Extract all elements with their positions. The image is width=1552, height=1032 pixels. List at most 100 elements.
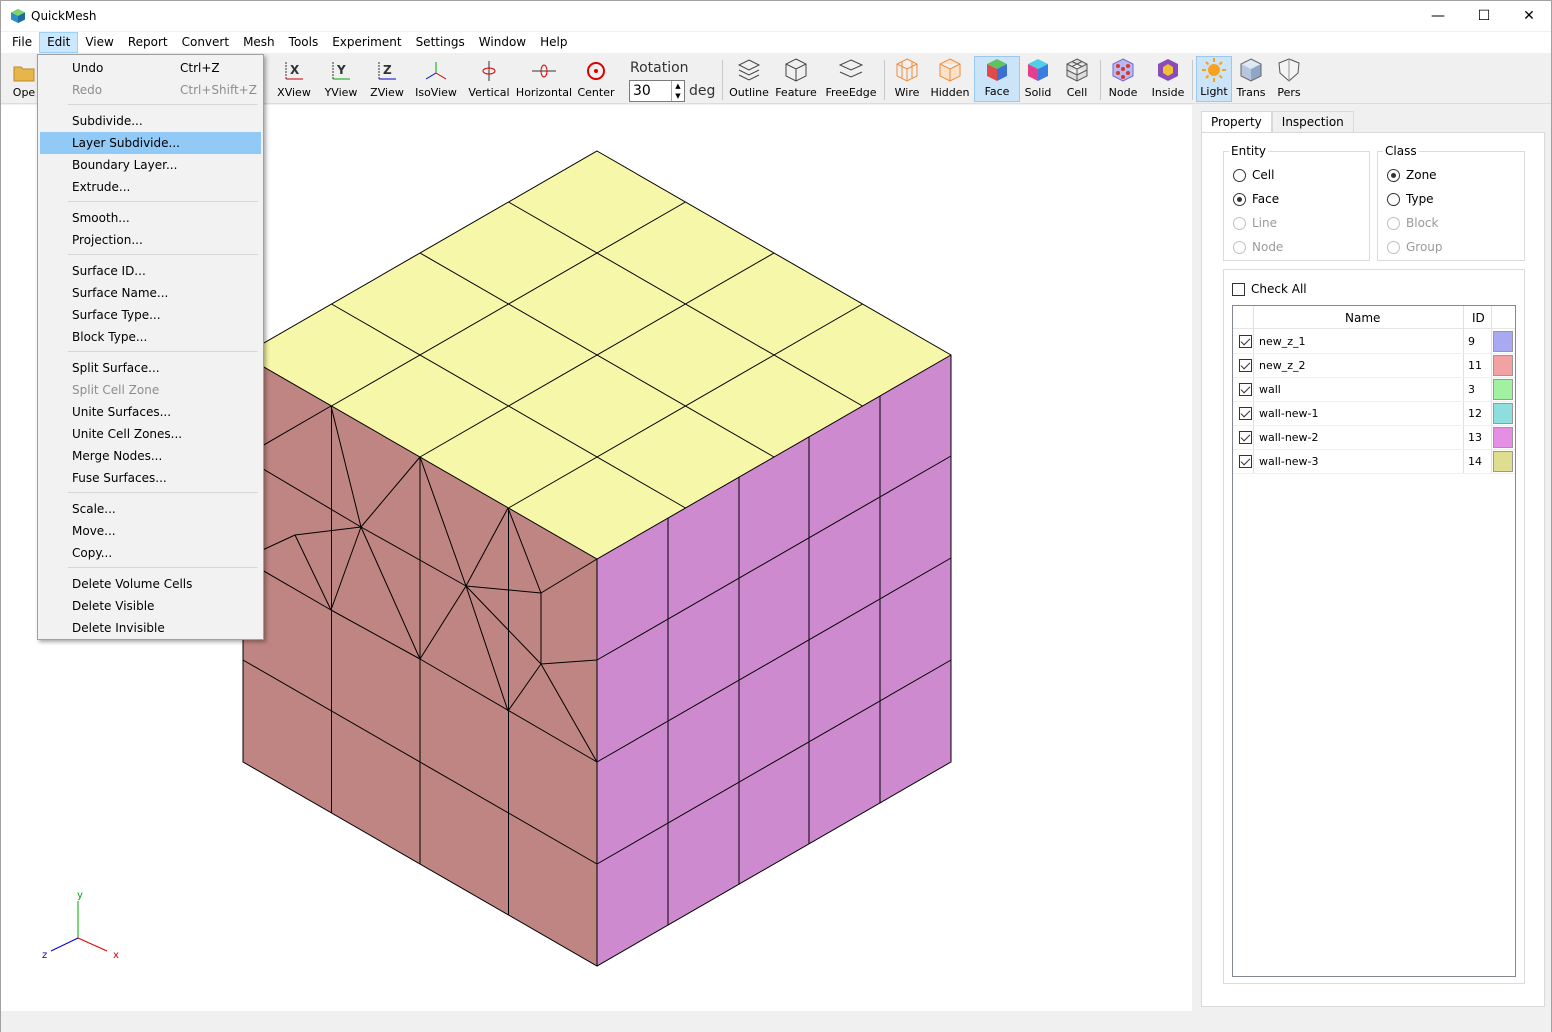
radio-icon [1233, 240, 1246, 254]
menu-item-move[interactable]: Move... [40, 520, 261, 542]
zone-table: Name ID new_z_1 9 new_z_2 11 wall 3 wall… [1232, 305, 1516, 977]
menu-help[interactable]: Help [533, 32, 574, 53]
menu-item-copy[interactable]: Copy... [40, 542, 261, 564]
center-button[interactable]: Center [577, 56, 615, 102]
isometric-view-icon [425, 62, 447, 80]
menu-item-fuse-surfaces[interactable]: Fuse Surfaces... [40, 467, 261, 489]
menu-item-split-surface[interactable]: Split Surface... [40, 357, 261, 379]
row-checkbox[interactable] [1239, 407, 1252, 420]
row-checkbox[interactable] [1239, 383, 1252, 396]
menu-item-scale[interactable]: Scale... [40, 498, 261, 520]
table-row[interactable]: wall-new-2 13 [1233, 426, 1515, 450]
node-button[interactable]: Node [1106, 56, 1140, 102]
menu-item-delete-volume-cells[interactable]: Delete Volume Cells [40, 573, 261, 595]
row-color-swatch[interactable] [1493, 379, 1513, 400]
feature-button[interactable]: Feature [774, 56, 818, 102]
menu-item-undo[interactable]: Undo Ctrl+Z [40, 57, 261, 79]
vertical-button[interactable]: Vertical [467, 56, 511, 102]
menu-item-block-type[interactable]: Block Type... [40, 326, 261, 348]
row-checkbox[interactable] [1239, 431, 1252, 444]
menu-item-layer-subdivide[interactable]: Layer Subdivide... [40, 132, 261, 154]
wire-button[interactable]: Wire [890, 56, 924, 102]
zview-button[interactable]: Z ZView [367, 56, 407, 102]
menu-item-merge-nodes[interactable]: Merge Nodes... [40, 445, 261, 467]
menu-convert[interactable]: Convert [175, 32, 236, 53]
pers-button[interactable]: Pers [1272, 56, 1306, 102]
menu-settings[interactable]: Settings [409, 32, 472, 53]
entity-cell-radio[interactable]: Cell [1233, 168, 1274, 182]
check-all-checkbox[interactable]: Check All [1232, 282, 1307, 296]
menu-item-surface-name[interactable]: Surface Name... [40, 282, 261, 304]
solid-button[interactable]: Solid [1022, 56, 1054, 102]
cell-button[interactable]: Cell [1060, 56, 1094, 102]
center-label: Center [577, 86, 615, 99]
menu-edit[interactable]: Edit [39, 32, 79, 53]
entity-group-title: Entity [1229, 144, 1269, 158]
outline-label: Outline [729, 86, 769, 99]
pers-label: Pers [1277, 86, 1301, 99]
row-color-swatch[interactable] [1493, 427, 1513, 448]
freeedge-button[interactable]: FreeEdge [824, 56, 878, 102]
menu-item-subdivide[interactable]: Subdivide... [40, 110, 261, 132]
menu-tools[interactable]: Tools [282, 32, 326, 53]
menu-file[interactable]: File [5, 32, 39, 53]
open-button[interactable]: Ope [7, 56, 41, 102]
x-axis-view-icon: X [285, 62, 303, 80]
isoview-button[interactable]: IsoView [413, 56, 459, 102]
maximize-button[interactable]: ☐ [1461, 1, 1507, 31]
menu-window[interactable]: Window [472, 32, 533, 53]
outline-button[interactable]: Outline [728, 56, 770, 102]
menu-item-boundary-layer[interactable]: Boundary Layer... [40, 154, 261, 176]
class-zone-radio[interactable]: Zone [1387, 168, 1437, 182]
trans-button[interactable]: Trans [1234, 56, 1268, 102]
header-id[interactable]: ID [1472, 311, 1485, 325]
row-color-swatch[interactable] [1493, 355, 1513, 376]
cell-grid-icon [1066, 58, 1088, 82]
menu-item-delete-visible[interactable]: Delete Visible [40, 595, 261, 617]
menu-view[interactable]: View [78, 32, 120, 53]
menu-experiment[interactable]: Experiment [325, 32, 408, 53]
menu-item-label: Subdivide... [72, 114, 143, 128]
menu-mesh[interactable]: Mesh [236, 32, 282, 53]
header-name[interactable]: Name [1345, 311, 1380, 325]
class-type-radio[interactable]: Type [1387, 192, 1434, 206]
class-group-radio: Group [1387, 240, 1443, 254]
horizontal-button[interactable]: Horizontal [516, 56, 572, 102]
table-row[interactable]: wall-new-3 14 [1233, 450, 1515, 474]
menu-item-smooth[interactable]: Smooth... [40, 207, 261, 229]
menu-report[interactable]: Report [121, 32, 175, 53]
rotation-input[interactable]: 30 ▲ ▼ [629, 80, 685, 102]
minimize-button[interactable]: — [1415, 1, 1461, 31]
row-color-swatch[interactable] [1493, 331, 1513, 352]
row-color-swatch[interactable] [1493, 403, 1513, 424]
row-color-swatch[interactable] [1493, 451, 1513, 472]
table-row[interactable]: wall 3 [1233, 378, 1515, 402]
row-checkbox[interactable] [1239, 359, 1252, 372]
menu-item-projection[interactable]: Projection... [40, 229, 261, 251]
tab-inspection[interactable]: Inspection [1271, 111, 1354, 133]
menu-item-unite-surfaces[interactable]: Unite Surfaces... [40, 401, 261, 423]
entity-face-radio[interactable]: Face [1233, 192, 1279, 206]
xview-button[interactable]: X XView [273, 56, 315, 102]
light-button[interactable]: Light [1196, 56, 1232, 102]
row-checkbox[interactable] [1239, 455, 1252, 468]
yview-button[interactable]: Y YView [319, 56, 363, 102]
hidden-button[interactable]: Hidden [930, 56, 970, 102]
close-button[interactable]: ✕ [1506, 1, 1552, 31]
tab-property[interactable]: Property [1201, 111, 1272, 133]
menu-item-shortcut: Ctrl+Z [180, 61, 220, 75]
menu-item-surface-id[interactable]: Surface ID... [40, 260, 261, 282]
menu-item-label: Fuse Surfaces... [72, 471, 167, 485]
rotation-spinner[interactable]: ▲ ▼ [671, 81, 684, 101]
face-button[interactable]: Face [974, 56, 1020, 102]
table-row[interactable]: wall-new-1 12 [1233, 402, 1515, 426]
table-row[interactable]: new_z_1 9 [1233, 330, 1515, 354]
menu-item-extrude[interactable]: Extrude... [40, 176, 261, 198]
row-checkbox[interactable] [1239, 335, 1252, 348]
toolbar-separator [722, 60, 723, 100]
inside-button[interactable]: Inside [1148, 56, 1188, 102]
table-row[interactable]: new_z_2 11 [1233, 354, 1515, 378]
menu-item-delete-invisible[interactable]: Delete Invisible [40, 617, 261, 639]
menu-item-unite-cell-zones[interactable]: Unite Cell Zones... [40, 423, 261, 445]
menu-item-surface-type[interactable]: Surface Type... [40, 304, 261, 326]
